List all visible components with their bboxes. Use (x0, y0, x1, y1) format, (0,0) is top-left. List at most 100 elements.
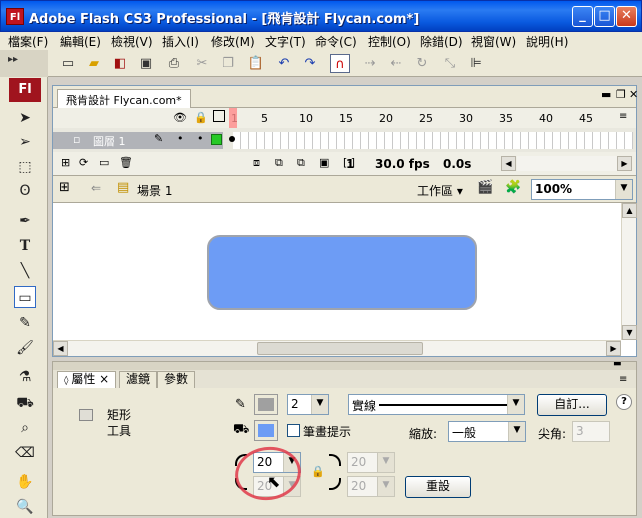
rotate-icon[interactable]: ↻ (412, 54, 432, 73)
hand-tool-icon[interactable]: ✋ (14, 471, 36, 493)
timeline-scroll-right[interactable]: ▶ (617, 156, 632, 171)
brush-tool-icon[interactable]: 🖌 (14, 337, 36, 359)
chevron-down-icon[interactable]: ▼ (508, 422, 525, 441)
visibility-dot[interactable]: • (177, 132, 184, 145)
subselection-tool-icon[interactable]: ➢ (14, 131, 36, 153)
stroke-height-field[interactable]: 2 ▼ (287, 394, 329, 415)
chevron-down-icon[interactable]: ▼ (377, 477, 394, 496)
tab-properties[interactable]: ◊ 屬性 × (57, 371, 117, 388)
chevron-down-icon[interactable]: ▼ (311, 395, 328, 414)
lasso-tool-icon[interactable]: ʘ (14, 180, 36, 202)
corner-radius-field-3[interactable]: 20 ▼ (347, 452, 395, 473)
menu-help[interactable]: 說明(H) (526, 33, 568, 50)
free-transform-tool-icon[interactable]: ⬚ (14, 156, 36, 178)
document-tab[interactable]: 飛肯設計 Flycan.com* (57, 89, 191, 108)
open-icon[interactable]: ▰ (84, 54, 104, 73)
edit-scene-icon[interactable]: 🧩 (505, 180, 521, 195)
tab-parameters[interactable]: 參數 (157, 371, 196, 388)
undo-icon[interactable]: ↶ (274, 54, 294, 73)
menu-file[interactable]: 檔案(F) (8, 33, 48, 50)
panel-title-strip[interactable]: ▬ (53, 359, 636, 370)
scroll-down-arrow[interactable]: ▼ (622, 325, 637, 340)
onion-skin-icon[interactable]: ⧉ (275, 156, 283, 170)
lock-corners-icon[interactable]: 🔒 (311, 465, 325, 478)
stage-hscrollbar[interactable]: ◀ ▶ (53, 340, 621, 356)
save-icon[interactable]: ▣ (136, 54, 156, 73)
lock-icon[interactable]: 🔒 (194, 111, 208, 124)
timeline-menu-icon[interactable]: ≡ (619, 111, 627, 122)
menu-commands[interactable]: 命令(C) (315, 33, 357, 50)
smooth-icon[interactable]: ⇢ (360, 54, 380, 73)
custom-stroke-button[interactable]: 自訂... (537, 394, 607, 416)
help-icon[interactable]: ? (616, 394, 632, 410)
menu-text[interactable]: 文字(T) (265, 33, 306, 50)
menu-insert[interactable]: 插入(I) (162, 33, 199, 50)
stroke-color-swatch[interactable] (254, 394, 278, 415)
scroll-up-arrow[interactable]: ▲ (622, 203, 637, 218)
miter-field[interactable]: 3 (572, 421, 610, 442)
minimize-button[interactable]: _ (572, 6, 593, 27)
paste-icon[interactable]: 📋 (246, 54, 266, 73)
onion-outline-icon[interactable]: ⧉ (297, 156, 305, 170)
outline-icon[interactable] (213, 110, 225, 122)
snap-magnet-icon[interactable]: ∩ (330, 54, 350, 73)
eraser-tool-icon[interactable]: ⌫ (14, 442, 36, 464)
align-icon[interactable]: ⊫ (466, 54, 486, 73)
menu-debug[interactable]: 除錯(D) (420, 33, 463, 50)
layer-name[interactable]: 圖層 1 (93, 133, 126, 149)
corner-radius-field-4[interactable]: 20 ▼ (347, 476, 395, 497)
rounded-rectangle-shape[interactable] (207, 235, 477, 310)
scroll-left-arrow[interactable]: ◀ (53, 341, 68, 356)
chevron-down-icon[interactable]: ▼ (507, 395, 524, 414)
eye-icon[interactable]: 👁 (173, 111, 187, 124)
layer-name-cell[interactable]: ▫ 圖層 1 ✎ • • (53, 132, 223, 149)
lock-dot[interactable]: • (197, 132, 204, 145)
frame-strip[interactable] (233, 132, 633, 149)
scale-select[interactable]: 一般 ▼ (448, 421, 526, 442)
add-folder-icon[interactable]: ▭ (99, 156, 109, 169)
reset-button[interactable]: 重設 (405, 476, 471, 498)
zoom-tool-icon[interactable]: 🔍 (14, 496, 36, 518)
new-icon[interactable]: ▭ (58, 54, 78, 73)
center-frame-icon[interactable]: ⧈ (253, 156, 260, 170)
menu-modify[interactable]: 修改(M) (211, 33, 255, 50)
maximize-button[interactable]: □ (594, 6, 615, 27)
keyframe-dot[interactable] (229, 136, 235, 142)
delete-layer-icon[interactable]: 🗑 (119, 156, 133, 169)
chevron-down-icon[interactable]: ▼ (615, 180, 632, 199)
menu-control[interactable]: 控制(O) (368, 33, 411, 50)
tab-filters[interactable]: 濾鏡 (119, 371, 158, 388)
stroke-style-select[interactable]: 實線 ▼ (348, 394, 525, 415)
add-motion-guide-icon[interactable]: ⟳ (79, 156, 88, 169)
paint-bucket-tool-icon[interactable]: ⛟ (14, 392, 36, 414)
menu-edit[interactable]: 編輯(E) (60, 33, 101, 50)
scroll-thumb[interactable] (257, 342, 423, 355)
menu-window[interactable]: 視窗(W) (471, 33, 516, 50)
menu-view[interactable]: 檢視(V) (111, 33, 153, 50)
chevron-down-icon[interactable]: ▼ (377, 453, 394, 472)
eyedropper-tool-icon[interactable]: ⌕ (14, 417, 36, 439)
back-arrow-icon[interactable]: ⇐ (91, 181, 101, 195)
print-icon[interactable]: ⎙ (164, 54, 184, 73)
pen-tool-icon[interactable]: ✒ (14, 210, 36, 232)
ink-bottle-tool-icon[interactable]: ⚗ (14, 366, 36, 388)
restore-doc-icon[interactable]: ▬ (601, 88, 611, 101)
panel-minimize-icon[interactable]: ▬ (613, 359, 622, 369)
outline-color-box[interactable] (211, 134, 222, 145)
scene-name[interactable]: 場景 1 (137, 182, 172, 199)
timeline-scroll-left[interactable]: ◀ (501, 156, 516, 171)
add-layer-icon[interactable]: ⊞ (61, 156, 70, 169)
stroke-hinting-checkbox[interactable] (287, 424, 300, 437)
collapse-arrows-icon[interactable]: ▸▸ (8, 54, 18, 65)
redo-icon[interactable]: ↷ (300, 54, 320, 73)
text-tool-icon[interactable]: T (14, 235, 36, 257)
zoom-select[interactable]: 100% ▼ (531, 179, 633, 200)
layer-row[interactable]: ▫ 圖層 1 ✎ • • (53, 128, 636, 152)
edit-multiple-frames-icon[interactable]: ▣ (319, 156, 329, 169)
pencil-tool-icon[interactable]: ✎ (14, 312, 36, 334)
close-button[interactable]: ✕ (616, 6, 637, 27)
stage-vscrollbar[interactable]: ▲ ▼ (621, 203, 637, 340)
straighten-icon[interactable]: ⇠ (386, 54, 406, 73)
close-doc-icon[interactable]: ✕ (629, 88, 638, 101)
scroll-right-arrow[interactable]: ▶ (606, 341, 621, 356)
